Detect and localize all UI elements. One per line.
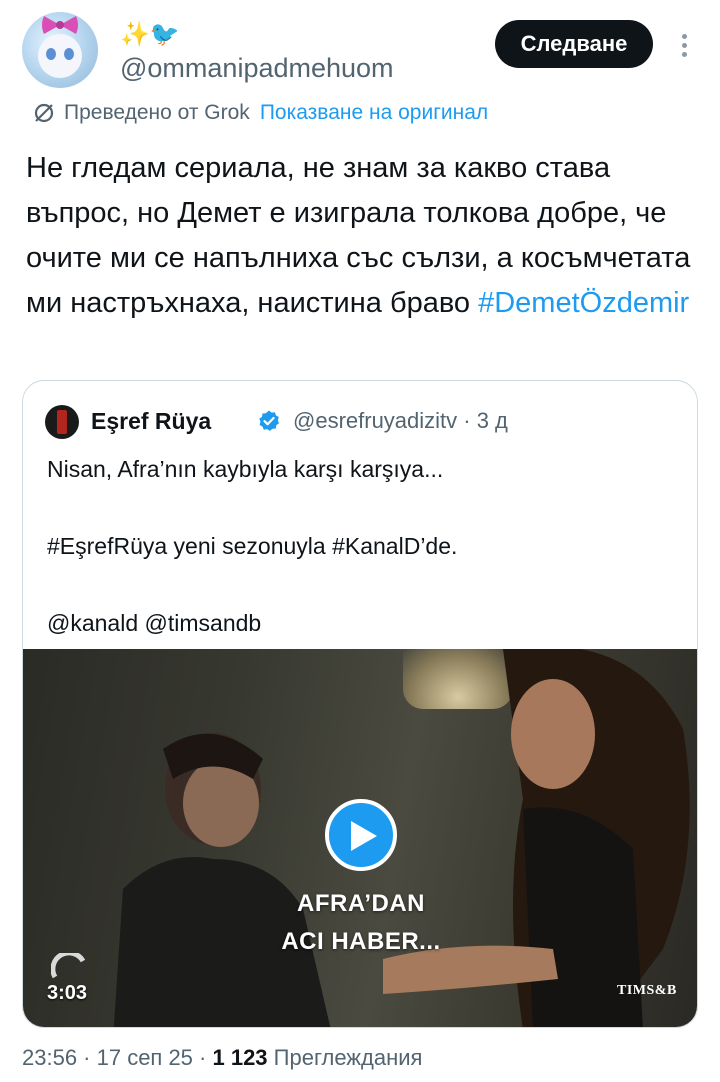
tweet-meta: 23:56 · 17 сеп 25 · 1 123 Преглеждания [22,1042,422,1074]
views-count: 1 123 [212,1045,268,1070]
follow-button[interactable]: Следване [495,20,653,68]
hashtag-link[interactable]: #DemetÖzdemir [478,287,689,319]
verified-badge-icon [259,410,279,431]
grok-icon [34,104,54,123]
avatar-eye-right [64,48,74,60]
tweet-text: Не гледам сериала, не знам за какво став… [26,146,706,326]
tweet-header: ✨🐦 @ommanipadmehuom Следване [22,12,702,92]
quoted-tweet-text: Nisan, Afra’nın kaybıyla karşı karşıya..… [47,451,677,642]
quoted-line: @kanald @timsandb [47,610,262,636]
quoted-line: #EşrefRüya yeni sezonuyla #KanalD’de. [47,533,458,559]
video-media[interactable]: AFRA’DAN ACI HABER... 3:03 TIMS&B [23,649,697,1027]
play-button[interactable] [325,799,397,871]
timestamp[interactable]: 23:56 · 17 сеп 25 · [22,1045,212,1070]
overlay-line: AFRA’DAN [297,890,425,917]
avatar-eye-left [46,48,56,60]
author-display-name[interactable]: ✨🐦 [120,20,180,50]
quoted-author-name[interactable]: Eşref Rüya [91,403,211,439]
avatar-face [38,34,82,78]
play-icon [351,821,377,851]
author-handle[interactable]: @ommanipadmehuom [120,52,394,84]
translated-by-label: Преведено от Grok [64,101,250,124]
more-options-icon[interactable] [674,30,694,64]
quoted-line: Nisan, Afra’nın kaybıyla karşı karşıya..… [47,456,444,482]
overlay-line: ACI HABER... [281,928,441,955]
views-label: Преглеждания [267,1045,423,1070]
quoted-author-avatar[interactable] [45,405,79,439]
video-duration: 3:03 [47,982,88,1004]
quoted-tweet[interactable]: Eşref Rüya @esrefruyadizitv · 3 д Nisan,… [22,380,698,1028]
author-avatar[interactable] [22,12,98,88]
production-logo: TIMS&B [617,983,677,998]
quoted-handle-time: @esrefruyadizitv · 3 д [293,408,508,433]
bow-icon [42,16,78,34]
video-overlay-caption: AFRA’DAN ACI HABER... [251,885,471,961]
show-original-link[interactable]: Показване на оригинал [260,101,488,124]
translation-row: Преведено от Grok Показване на оригинал [32,98,488,128]
scene-woman [383,649,690,1027]
scene-man [113,733,331,1027]
kanal-d-logo-icon [51,953,86,979]
